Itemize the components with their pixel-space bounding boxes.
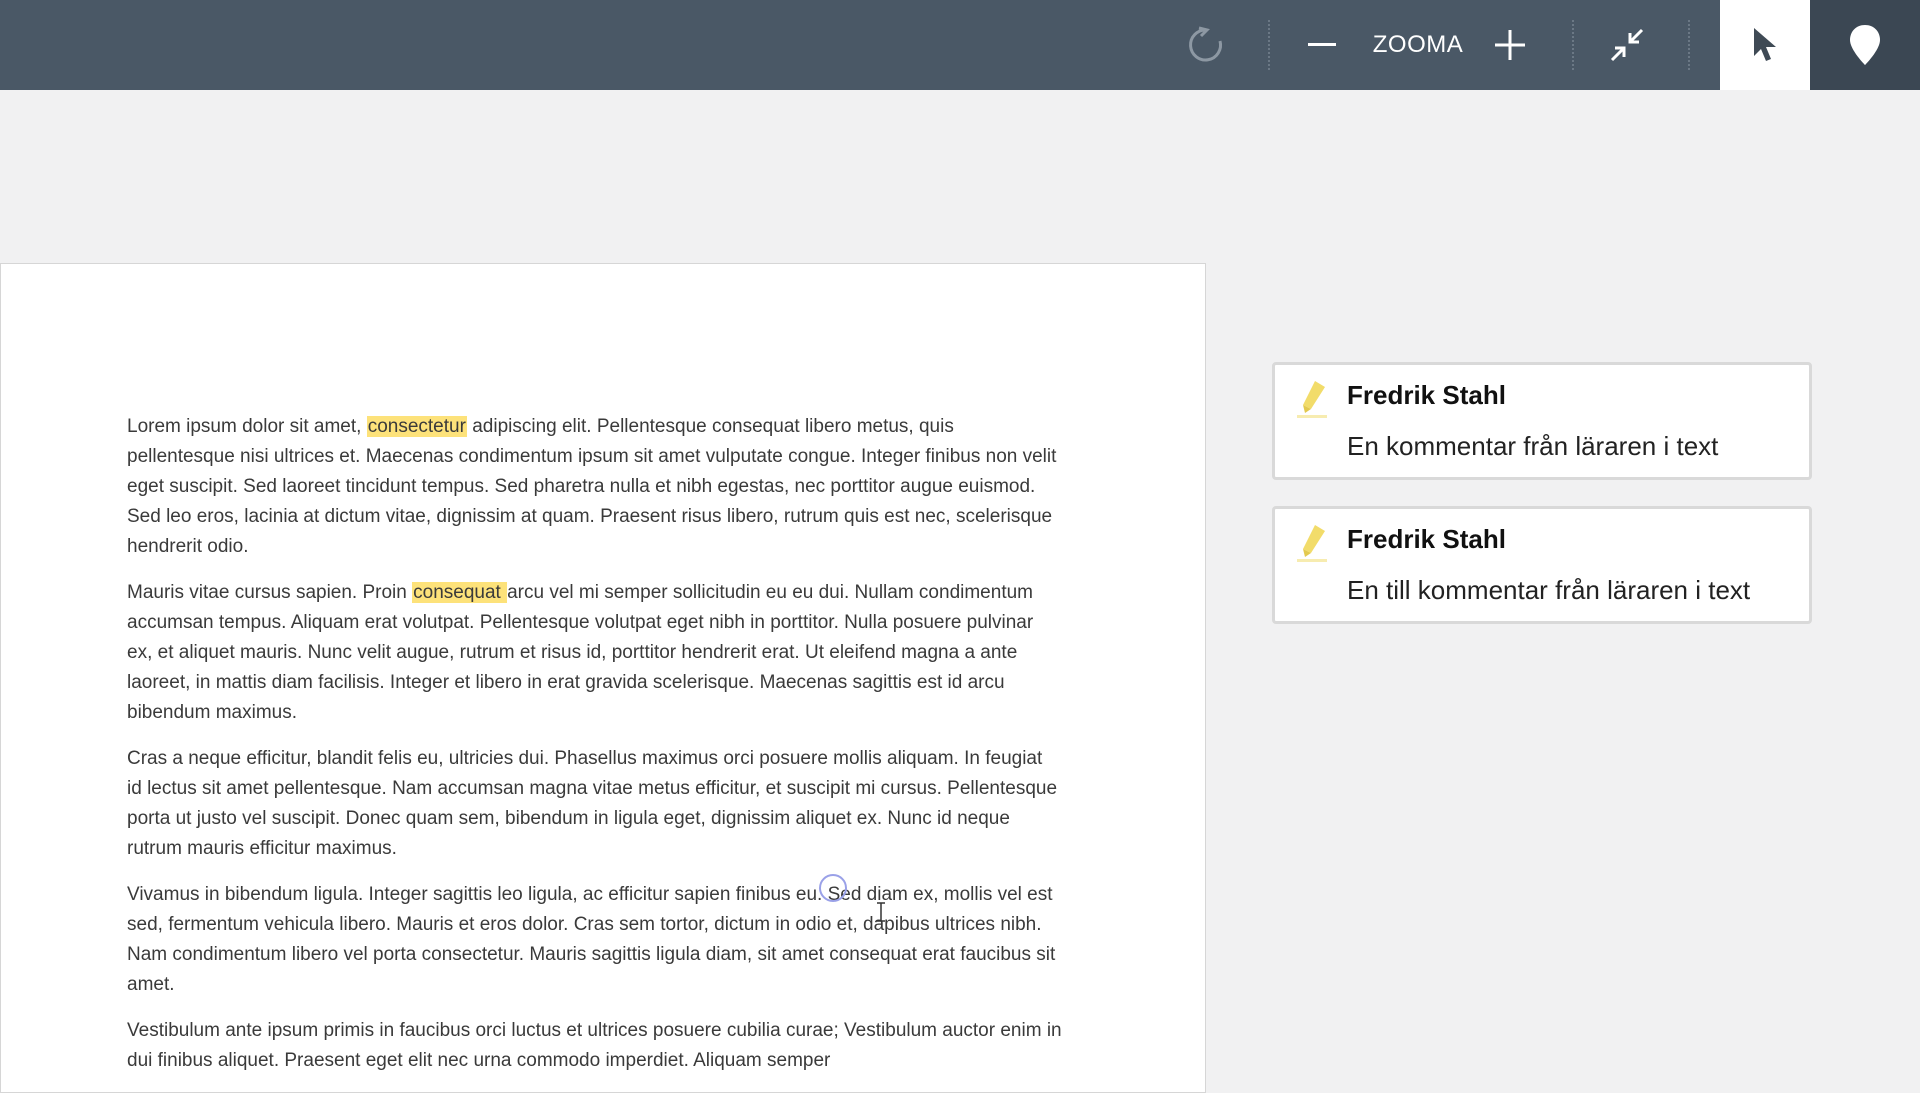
- toolbar-separator: [1268, 20, 1270, 70]
- pointer-tool-button[interactable]: [1720, 0, 1810, 90]
- comment-text: En till kommentar från läraren i text: [1347, 575, 1751, 605]
- highlighted-word[interactable]: consectetur: [366, 416, 467, 437]
- text-span: arcu vel mi semper sollicitudin eu eu du…: [127, 582, 1034, 723]
- cursor-click-indicator: [819, 874, 847, 902]
- zoom-label: ZOOMA: [1372, 31, 1464, 58]
- zoom-in-icon: [1495, 30, 1525, 60]
- toolbar: ZOOMA: [0, 0, 1920, 90]
- highlighter-icon: [1297, 525, 1327, 562]
- text-span: adipiscing elit. Pellentesque consequat …: [127, 416, 1057, 557]
- comment-author: Fredrik Stahl: [1347, 524, 1506, 554]
- text-span: Lorem ipsum dolor sit amet,: [127, 416, 367, 437]
- comment-text: En kommentar från läraren i text: [1347, 431, 1719, 461]
- paragraph: Mauris vitae cursus sapien. Proin conseq…: [127, 578, 1062, 728]
- pointer-icon: [1754, 28, 1776, 61]
- comment-card[interactable]: Fredrik Stahl En till kommentar från lär…: [1272, 506, 1812, 624]
- zoom-out-button[interactable]: [1302, 0, 1342, 90]
- comment-author: Fredrik Stahl: [1347, 380, 1506, 410]
- comment-card[interactable]: Fredrik Stahl En kommentar från läraren …: [1272, 362, 1812, 480]
- toolbar-separator: [1572, 20, 1574, 70]
- collapse-icon: [1610, 28, 1644, 62]
- document-text[interactable]: Lorem ipsum dolor sit amet, consectetur …: [127, 412, 1062, 1092]
- paragraph: Vivamus in bibendum ligula. Integer sagi…: [127, 884, 1056, 995]
- text-cursor-icon: [877, 902, 885, 922]
- zoom-in-button[interactable]: [1494, 0, 1526, 90]
- paragraph: Cras a neque efficitur, blandit felis eu…: [127, 748, 1058, 859]
- rotate-icon: [1189, 26, 1223, 62]
- zoom-out-icon: [1308, 43, 1336, 46]
- pin-tool-button[interactable]: [1810, 0, 1920, 90]
- zoom-label-container: ZOOMA: [1370, 0, 1466, 90]
- highlighted-word[interactable]: consequat: [412, 582, 508, 603]
- text-span: Mauris vitae cursus sapien. Proin: [127, 582, 413, 603]
- document-page: Lorem ipsum dolor sit amet, consectetur …: [0, 263, 1206, 1093]
- collapse-button[interactable]: [1608, 0, 1646, 90]
- pin-icon: [1850, 25, 1880, 65]
- highlighter-icon: [1297, 381, 1327, 418]
- rotate-button[interactable]: [1180, 0, 1232, 90]
- toolbar-separator: [1688, 20, 1690, 70]
- paragraph: Vestibulum ante ipsum primis in faucibus…: [127, 1020, 1062, 1071]
- paragraph: Lorem ipsum dolor sit amet, consectetur …: [127, 412, 1062, 562]
